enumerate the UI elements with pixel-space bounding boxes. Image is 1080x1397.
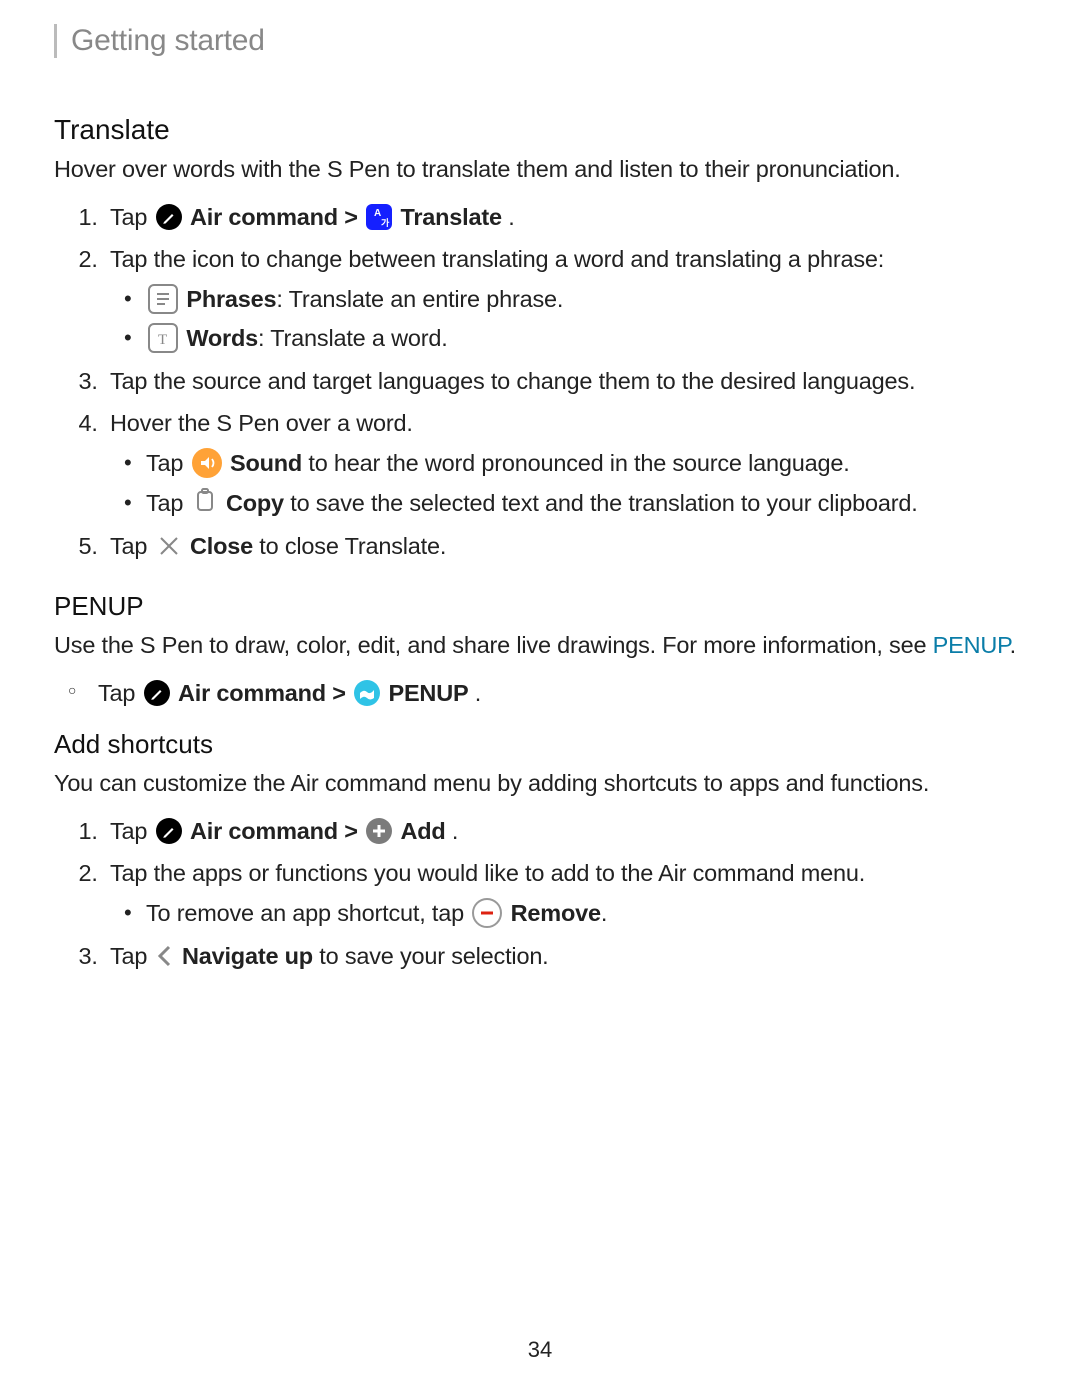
translate-step-2-sub: Phrases: Translate an entire phrase. T W… <box>110 282 1026 357</box>
translate-heading: Translate <box>54 114 1026 146</box>
words-option: T Words: Translate a word. <box>146 321 1026 356</box>
phrases-option: Phrases: Translate an entire phrase. <box>146 282 1026 317</box>
period: . <box>508 204 514 230</box>
text: Tap the icon to change between translati… <box>110 246 884 272</box>
remove-label: Remove <box>511 900 601 926</box>
close-icon <box>156 533 182 559</box>
penup-label: PENUP <box>388 680 468 706</box>
translate-step-5: Tap Close to close Translate. <box>104 529 1026 563</box>
copy-icon <box>192 486 218 516</box>
translate-step-3: Tap the source and target languages to c… <box>104 364 1026 398</box>
greater-than: > <box>332 680 352 706</box>
shortcuts-step-2-sub: To remove an app shortcut, tap Remove. <box>110 896 1026 931</box>
text: Tap <box>146 490 190 516</box>
penup-link[interactable]: PENUP <box>933 632 1010 658</box>
page-number: 34 <box>0 1337 1080 1363</box>
phrases-text: : Translate an entire phrase. <box>276 286 563 312</box>
penup-bullet-list: Tap Air command > PENUP . <box>54 676 1026 711</box>
words-icon: T <box>148 323 178 353</box>
text: Tap the source and target languages to c… <box>110 368 915 394</box>
text: Tap <box>110 943 154 969</box>
copy-label: Copy <box>226 490 284 516</box>
air-command-icon <box>144 680 170 706</box>
remove-icon <box>472 898 502 928</box>
shortcuts-step-2: Tap the apps or functions you would like… <box>104 856 1026 931</box>
words-text: : Translate a word. <box>258 325 448 351</box>
copy-text: to save the selected text and the transl… <box>284 490 918 516</box>
sound-label: Sound <box>230 450 302 476</box>
add-label: Add <box>400 818 445 844</box>
penup-app-icon <box>354 680 380 706</box>
breadcrumb: Getting started <box>71 24 1026 58</box>
translate-label: Translate <box>400 204 501 230</box>
penup-heading: PENUP <box>54 591 1026 622</box>
air-command-label: Air command <box>178 680 326 706</box>
shortcuts-heading: Add shortcuts <box>54 729 1026 760</box>
add-icon <box>366 818 392 844</box>
translate-app-icon: A 가 <box>366 204 392 230</box>
period: . <box>452 818 458 844</box>
navigate-up-icon <box>156 943 174 969</box>
page-content: Getting started Translate Hover over wor… <box>0 0 1080 973</box>
greater-than: > <box>344 818 364 844</box>
shortcuts-step-1: Tap Air command > Add . <box>104 814 1026 848</box>
period: . <box>1010 632 1016 658</box>
translate-steps: Tap Air command > A 가 Translate . Tap th… <box>54 200 1026 563</box>
penup-intro: Use the S Pen to draw, color, edit, and … <box>54 630 1026 662</box>
air-command-label: Air command <box>190 204 338 230</box>
text: Tap <box>98 680 142 706</box>
shortcuts-step-3: Tap Navigate up to save your selection. <box>104 939 1026 973</box>
air-command-label: Air command <box>190 818 338 844</box>
navigate-up-label: Navigate up <box>182 943 313 969</box>
close-label: Close <box>190 533 253 559</box>
text: Tap the apps or functions you would like… <box>110 860 865 886</box>
text: To remove an app shortcut, tap <box>146 900 470 926</box>
penup-bullet: Tap Air command > PENUP . <box>98 676 1026 711</box>
copy-option: Tap Copy to save the selected text and t… <box>146 486 1026 521</box>
words-label: Words <box>186 325 258 351</box>
text: Tap <box>110 204 154 230</box>
phrases-label: Phrases <box>186 286 276 312</box>
translate-step-4: Hover the S Pen over a word. Tap Sound t… <box>104 406 1026 521</box>
translate-step-2: Tap the icon to change between translati… <box>104 242 1026 357</box>
greater-than: > <box>344 204 364 230</box>
text: Tap <box>146 450 190 476</box>
air-command-icon <box>156 204 182 230</box>
shortcuts-intro: You can customize the Air command menu b… <box>54 768 1026 800</box>
phrases-icon <box>148 284 178 314</box>
translate-step-1: Tap Air command > A 가 Translate . <box>104 200 1026 234</box>
close-text: to close Translate. <box>253 533 446 559</box>
svg-text:A: A <box>374 208 381 219</box>
sound-text: to hear the word pronounced in the sourc… <box>302 450 849 476</box>
translate-step-4-sub: Tap Sound to hear the word pronounced in… <box>110 446 1026 521</box>
text: Hover the S Pen over a word. <box>110 410 413 436</box>
sound-option: Tap Sound to hear the word pronounced in… <box>146 446 1026 481</box>
period: . <box>601 900 607 926</box>
text: Tap <box>110 533 154 559</box>
text: Use the S Pen to draw, color, edit, and … <box>54 632 933 658</box>
air-command-icon <box>156 818 182 844</box>
period: . <box>475 680 481 706</box>
svg-text:가: 가 <box>381 217 390 228</box>
svg-text:T: T <box>158 332 167 348</box>
translate-intro: Hover over words with the S Pen to trans… <box>54 154 1026 186</box>
shortcuts-steps: Tap Air command > Add . Tap the apps or … <box>54 814 1026 973</box>
remove-option: To remove an app shortcut, tap Remove. <box>146 896 1026 931</box>
navigate-up-text: to save your selection. <box>313 943 549 969</box>
sound-icon <box>192 448 222 478</box>
breadcrumb-wrap: Getting started <box>54 24 1026 58</box>
text: Tap <box>110 818 154 844</box>
